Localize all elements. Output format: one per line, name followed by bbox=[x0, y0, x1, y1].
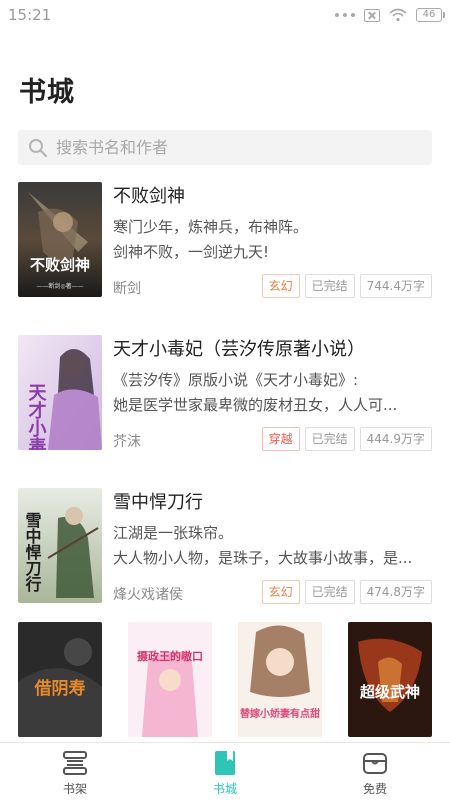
book-description-line: 大人物小人物，是珠子，大故事小故事，是... bbox=[113, 549, 413, 567]
book-cover[interactable]: 超级武神 bbox=[348, 622, 432, 737]
bookshelf-icon bbox=[63, 751, 87, 775]
book-description-line: 她是医学世家最卑微的废材丑女，人人可... bbox=[113, 396, 398, 414]
bottom-navigation: 书架 书城 免费 bbox=[0, 742, 450, 800]
book-title: 不败剑神 bbox=[113, 186, 185, 207]
book-description-line: 《芸汐传》原版小说《天才小毒妃》: bbox=[113, 371, 359, 389]
book-title: 雪中悍刀行 bbox=[113, 492, 203, 513]
nav-item-bookshelf[interactable]: 书架 bbox=[0, 743, 150, 800]
cover-author-text: ——断剑◎著—— bbox=[36, 282, 83, 290]
word-count-tag: 474.8万字 bbox=[359, 580, 432, 604]
genre-tag: 穿越 bbox=[261, 427, 300, 451]
cover-title-text: 摄政王的嗷口 bbox=[137, 649, 203, 663]
book-description: 江湖是一张珠帘。 大人物小人物，是珠子，大故事小故事，是... bbox=[113, 521, 431, 571]
nav-label: 免费 bbox=[362, 782, 387, 796]
book-cover[interactable]: 替嫁小娇妻有点甜 bbox=[238, 622, 322, 737]
book-description-line: 江湖是一张珠帘。 bbox=[113, 524, 234, 542]
nav-label: 书城 bbox=[212, 782, 237, 796]
book-cover[interactable]: 天才小毒妃 bbox=[18, 335, 102, 450]
book-description: 寒门少年，炼神兵，布神阵。 剑神不败，一剑逆九天! bbox=[113, 215, 431, 265]
book-author: 断剑 bbox=[113, 281, 141, 297]
book-icon bbox=[215, 751, 235, 775]
book-author: 烽火戏诸侯 bbox=[113, 587, 183, 603]
more-dots-icon bbox=[335, 13, 355, 17]
nav-item-free[interactable]: 免费 bbox=[300, 743, 450, 800]
book-tags: 玄幻 已完结 474.8万字 bbox=[261, 580, 432, 604]
status-tag: 已完结 bbox=[304, 580, 355, 604]
status-tag: 已完结 bbox=[304, 427, 355, 451]
cover-title-text: 天才小毒妃 bbox=[26, 383, 47, 450]
cover-title-text: 雪中悍刀行 bbox=[23, 512, 43, 593]
cover-title-text: 不败剑神 bbox=[30, 256, 90, 274]
book-tags: 穿越 已完结 444.9万字 bbox=[261, 427, 432, 451]
book-tags: 玄幻 已完结 744.4万字 bbox=[261, 274, 432, 298]
book-description-line: 剑神不败，一剑逆九天! bbox=[113, 243, 270, 261]
search-bar[interactable] bbox=[18, 130, 432, 165]
book-cover[interactable]: 不败剑神 ——断剑◎著—— bbox=[18, 182, 102, 297]
book-cover[interactable]: 借阴寿 bbox=[18, 622, 102, 737]
cover-title-text: 超级武神 bbox=[359, 683, 420, 701]
book-item[interactable]: 雪中悍刀行 雪中悍刀行 江湖是一张珠帘。 大人物小人物，是珠子，大故事小故事，是… bbox=[18, 488, 432, 604]
no-sim-icon bbox=[364, 8, 380, 22]
book-cover-row: 借阴寿 摄政王的嗷口 替嫁小娇妻有点甜 超级武神 bbox=[18, 622, 432, 737]
status-bar: 15:21 46 bbox=[0, 0, 450, 30]
word-count-tag: 444.9万字 bbox=[359, 427, 432, 451]
word-count-tag: 744.4万字 bbox=[359, 274, 432, 298]
book-item[interactable]: 天才小毒妃 天才小毒妃（芸汐传原著小说） 《芸汐传》原版小说《天才小毒妃》: 她… bbox=[18, 335, 432, 451]
book-description: 《芸汐传》原版小说《天才小毒妃》: 她是医学世家最卑微的废材丑女，人人可... bbox=[113, 368, 431, 418]
book-description-line: 寒门少年，炼神兵，布神阵。 bbox=[113, 218, 309, 236]
book-author: 芥沫 bbox=[113, 434, 141, 450]
cover-title-text: 借阴寿 bbox=[34, 678, 86, 699]
status-icons: 46 bbox=[335, 8, 445, 22]
nav-item-bookstore[interactable]: 书城 bbox=[150, 743, 300, 800]
book-title: 天才小毒妃（芸汐传原著小说） bbox=[113, 339, 365, 360]
book-cover[interactable]: 雪中悍刀行 bbox=[18, 488, 102, 603]
book-item[interactable]: 不败剑神 ——断剑◎著—— 不败剑神 寒门少年，炼神兵，布神阵。 剑神不败，一剑… bbox=[18, 182, 432, 298]
cover-title-text: 替嫁小娇妻有点甜 bbox=[240, 707, 320, 720]
page-title: 书城 bbox=[19, 77, 75, 108]
battery-icon: 46 bbox=[416, 8, 445, 22]
status-tag: 已完结 bbox=[304, 274, 355, 298]
gift-box-icon bbox=[363, 753, 387, 774]
wifi-icon bbox=[389, 8, 407, 22]
search-input[interactable] bbox=[56, 138, 396, 157]
nav-label: 书架 bbox=[62, 782, 87, 796]
status-time: 15:21 bbox=[8, 6, 52, 24]
search-icon bbox=[29, 138, 48, 157]
genre-tag: 玄幻 bbox=[261, 580, 300, 604]
genre-tag: 玄幻 bbox=[261, 274, 300, 298]
book-cover[interactable]: 摄政王的嗷口 bbox=[128, 622, 212, 737]
